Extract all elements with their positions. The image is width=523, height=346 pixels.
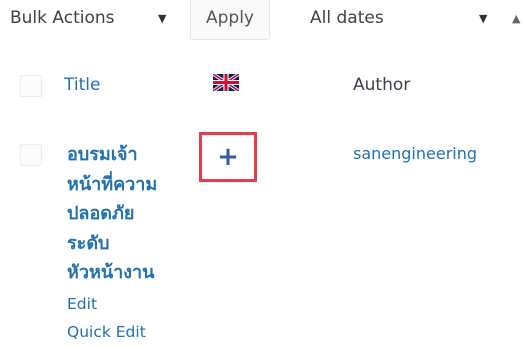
post-title-line: หัวหน้างาน — [67, 262, 155, 283]
post-title-line: ปลอดภัย — [67, 203, 135, 224]
post-title-line: ระดับ — [67, 232, 110, 254]
chevron-down-icon[interactable]: ▲ — [512, 12, 520, 25]
bulk-actions-select[interactable]: Bulk Actions — [10, 8, 115, 28]
select-all-checkbox[interactable] — [20, 75, 42, 97]
row-checkbox[interactable] — [20, 144, 42, 166]
post-title-link[interactable]: อบรมเจ้า หน้าที่ความ ปลอดภัย ระดับ หัวหน… — [67, 140, 187, 288]
post-title-line: หน้าที่ความ — [67, 173, 158, 195]
column-header-title[interactable]: Title — [64, 75, 100, 95]
chevron-down-icon[interactable]: ▼ — [479, 12, 487, 25]
dates-filter-select[interactable]: All dates — [310, 8, 384, 28]
dates-filter-label: All dates — [310, 8, 384, 28]
column-header-author: Author — [353, 75, 411, 95]
chevron-down-icon[interactable]: ▼ — [158, 12, 166, 25]
author-link[interactable]: sanengineering — [353, 144, 477, 163]
post-title-line: อบรมเจ้า — [67, 144, 138, 165]
quick-edit-link[interactable]: Quick Edit — [67, 323, 146, 341]
bulk-actions-label: Bulk Actions — [10, 8, 115, 28]
plus-icon[interactable]: + — [199, 132, 257, 182]
apply-button-label: Apply — [206, 8, 254, 28]
uk-flag-icon — [213, 74, 239, 91]
edit-link[interactable]: Edit — [67, 295, 97, 313]
